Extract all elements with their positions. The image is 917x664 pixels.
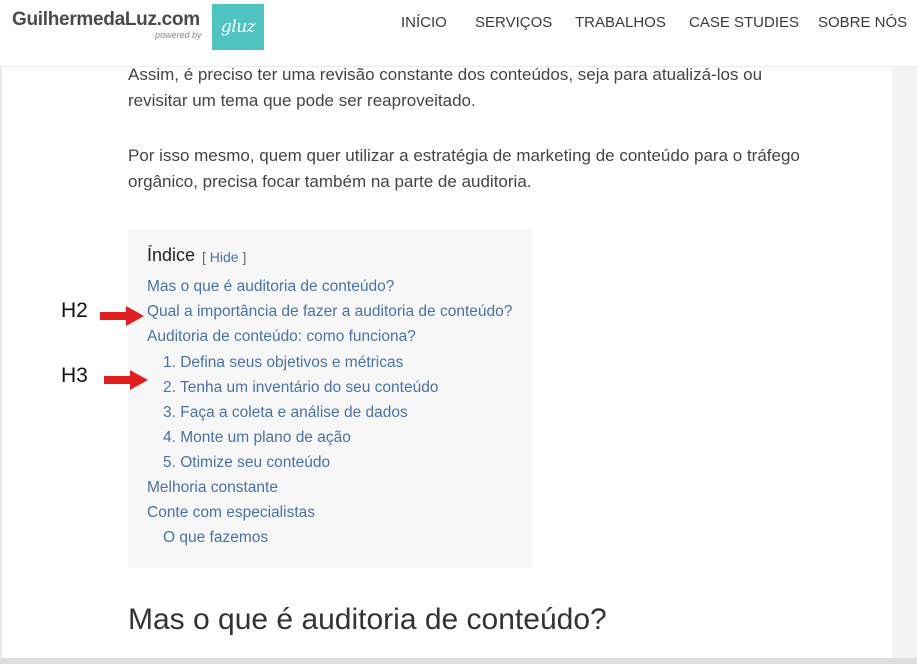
- toc-link-h3[interactable]: 2. Tenha um inventário do seu conteúdo: [163, 379, 438, 397]
- toc-hide-bracket-close: ]: [242, 249, 247, 265]
- toc-link-h3[interactable]: 5. Otimize seu conteúdo: [163, 454, 330, 472]
- body-paragraph: Por isso mesmo, quem quer utilizar a est…: [128, 146, 800, 191]
- toc-link-h2[interactable]: Auditoria de conteúdo: como funciona?: [147, 328, 416, 346]
- nav-case-studies[interactable]: Case Studies: [689, 14, 799, 31]
- toc-hide-link[interactable]: Hide: [210, 249, 239, 265]
- annotation-arrow-h3-icon: [104, 370, 148, 390]
- annotation-h3-label: H3: [61, 364, 88, 387]
- toc-link-h3[interactable]: O que fazemos: [163, 529, 268, 547]
- toc-link-h2[interactable]: Melhoria constante: [147, 479, 278, 497]
- nav-trabalhos[interactable]: Trabalhos: [575, 14, 666, 31]
- section-heading: Mas o que é auditoria de conteúdo?: [128, 603, 607, 636]
- annotation-arrow-h2-icon: [100, 306, 144, 326]
- scrollbar-track[interactable]: [892, 2, 917, 658]
- annotation-h2-label: H2: [61, 299, 88, 322]
- toc-title: Índice: [147, 245, 196, 265]
- toc-link-h3[interactable]: 4. Monte um plano de ação: [163, 429, 351, 447]
- toc-hide-toggle: [ Hide ]: [202, 249, 246, 265]
- arrow-shape: [104, 370, 148, 390]
- arrow-shape: [100, 306, 144, 326]
- table-of-contents: Índice [ Hide ] Mas o que é auditoria de…: [128, 229, 532, 568]
- main-nav: Início Serviços Trabalhos Case Studies S…: [0, 14, 917, 34]
- window-bottom-edge: [0, 658, 917, 664]
- toc-link-h3[interactable]: 1. Defina seus objetivos e métricas: [163, 354, 403, 372]
- toc-link-h2[interactable]: Qual a importância de fazer a auditoria …: [147, 303, 512, 321]
- nav-servicos[interactable]: Serviços: [475, 14, 552, 31]
- toc-link-h2[interactable]: Mas o que é auditoria de conteúdo?: [147, 278, 394, 296]
- nav-inicio[interactable]: Início: [401, 14, 447, 31]
- nav-sobre-nos[interactable]: Sobre Nós: [818, 14, 907, 31]
- toc-link-h2[interactable]: Conte com especialistas: [147, 504, 315, 522]
- body-paragraph: Assim, é preciso ter uma revisão constan…: [128, 65, 763, 110]
- toc-hide-bracket-open: [: [202, 249, 206, 265]
- toc-link-h3[interactable]: 3. Faça a coleta e análise de dados: [163, 404, 408, 422]
- site-header: GuilhermedaLuz.com powered by gluz Iníci…: [0, 0, 917, 67]
